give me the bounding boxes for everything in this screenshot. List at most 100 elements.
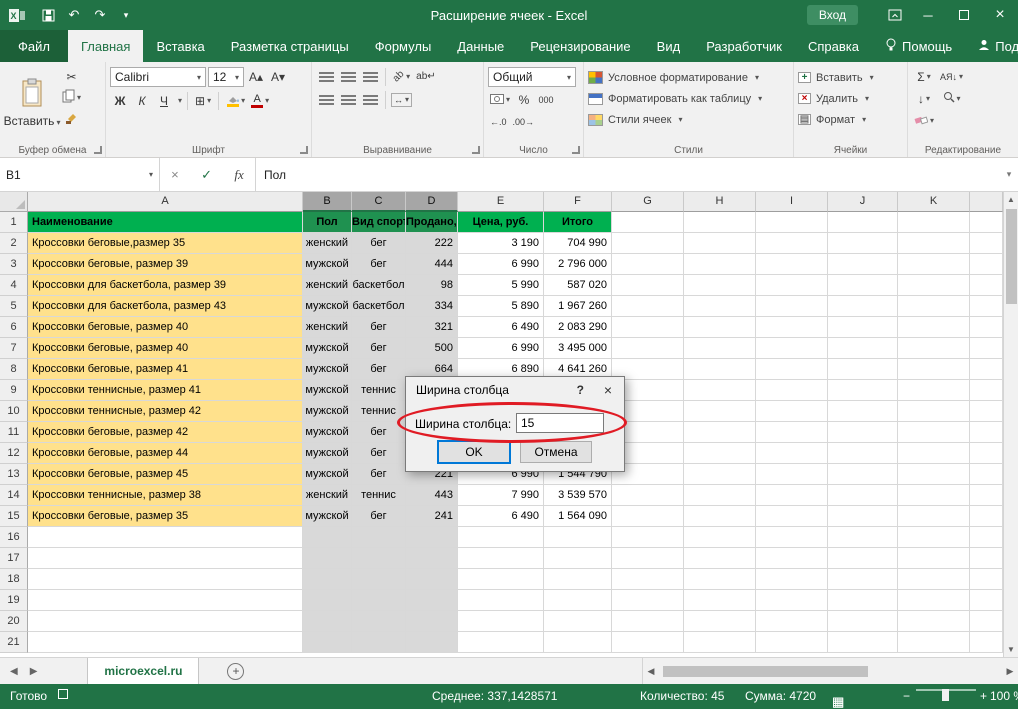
vertical-scroll-thumb[interactable] [1006,209,1017,304]
cell-x11[interactable] [970,422,1003,443]
cell-A20[interactable] [28,611,303,632]
save-icon[interactable] [36,3,60,27]
tab-developer[interactable]: Разработчик [693,30,795,62]
row-header-8[interactable]: 8 [0,359,28,380]
cell-C18[interactable] [352,569,406,590]
cell-x20[interactable] [970,611,1003,632]
share-button[interactable]: Поделиться [965,30,1018,62]
sort-filter-button[interactable]: АЯ↓▾ [938,67,965,86]
cell-C21[interactable] [352,632,406,653]
cell-H5[interactable] [684,296,756,317]
cell-C1[interactable]: Вид спорта [352,212,406,233]
cell-x17[interactable] [970,548,1003,569]
cell-A18[interactable] [28,569,303,590]
cell-D19[interactable] [406,590,458,611]
cell-I2[interactable] [756,233,828,254]
cell-x9[interactable] [970,380,1003,401]
cell-C19[interactable] [352,590,406,611]
cell-K14[interactable] [898,485,970,506]
cell-H3[interactable] [684,254,756,275]
cell-I12[interactable] [756,443,828,464]
cell-I17[interactable] [756,548,828,569]
cell-H15[interactable] [684,506,756,527]
percent-style-button[interactable]: % [514,90,534,109]
tab-view[interactable]: Вид [644,30,694,62]
paste-button[interactable]: Вставить▾ [4,65,60,141]
shrink-font-button[interactable]: А▾ [268,68,288,87]
row-header-1[interactable]: 1 [0,212,28,233]
cell-G19[interactable] [612,590,684,611]
cell-C4[interactable]: баскетбол [352,275,406,296]
cell-C15[interactable]: бег [352,506,406,527]
cell-B17[interactable] [303,548,352,569]
insert-function-icon[interactable]: fx [234,167,243,183]
grow-font-button[interactable]: А▴ [246,68,266,87]
cell-A10[interactable]: Кроссовки теннисные, размер 42 [28,401,303,422]
cell-D16[interactable] [406,527,458,548]
alignment-dialog-launcher-icon[interactable] [472,146,480,154]
cell-F15[interactable]: 1 564 090 [544,506,612,527]
cell-I8[interactable] [756,359,828,380]
cell-C3[interactable]: бег [352,254,406,275]
cell-A11[interactable]: Кроссовки беговые, размер 42 [28,422,303,443]
formula-input[interactable]: Пол [256,158,1000,191]
cell-C8[interactable]: бег [352,359,406,380]
cell-B14[interactable]: женский [303,485,352,506]
delete-cells-button[interactable]: × Удалить▾ [798,88,903,109]
cell-J9[interactable] [828,380,898,401]
cell-H13[interactable] [684,464,756,485]
cell-x5[interactable] [970,296,1003,317]
cell-D20[interactable] [406,611,458,632]
column-header-B[interactable]: B [303,192,352,212]
cell-J14[interactable] [828,485,898,506]
cell-I7[interactable] [756,338,828,359]
cell-I19[interactable] [756,590,828,611]
cell-E18[interactable] [458,569,544,590]
cell-J21[interactable] [828,632,898,653]
cell-x3[interactable] [970,254,1003,275]
cell-C5[interactable]: баскетбол [352,296,406,317]
cell-A6[interactable]: Кроссовки беговые, размер 40 [28,317,303,338]
tab-home[interactable]: Главная [68,30,143,62]
column-header-D[interactable]: D [406,192,458,212]
vertical-scrollbar[interactable]: ▲ ▼ [1003,192,1018,657]
cell-D17[interactable] [406,548,458,569]
cell-x1[interactable] [970,212,1003,233]
cell-x21[interactable] [970,632,1003,653]
undo-icon[interactable]: ↶ [62,3,86,27]
font-family-combo[interactable]: Calibri▾ [110,67,206,87]
cell-H11[interactable] [684,422,756,443]
cell-A15[interactable]: Кроссовки беговые, размер 35 [28,506,303,527]
cell-J7[interactable] [828,338,898,359]
cell-G15[interactable] [612,506,684,527]
cell-E7[interactable]: 6 990 [458,338,544,359]
cell-K16[interactable] [898,527,970,548]
cell-D6[interactable]: 321 [406,317,458,338]
cell-B2[interactable]: женский [303,233,352,254]
formula-bar-expand-icon[interactable]: ▾ [1000,158,1018,191]
cell-E6[interactable]: 6 490 [458,317,544,338]
cell-K7[interactable] [898,338,970,359]
cell-D21[interactable] [406,632,458,653]
cancel-icon[interactable]: × [171,167,179,182]
cell-J6[interactable] [828,317,898,338]
cell-K9[interactable] [898,380,970,401]
align-bottom-button[interactable] [360,67,380,86]
cell-x15[interactable] [970,506,1003,527]
comma-style-button[interactable]: 000 [536,90,556,109]
cell-G18[interactable] [612,569,684,590]
cell-x16[interactable] [970,527,1003,548]
cell-J12[interactable] [828,443,898,464]
cell-B9[interactable]: мужской [303,380,352,401]
row-header-19[interactable]: 19 [0,590,28,611]
cell-F17[interactable] [544,548,612,569]
cell-E19[interactable] [458,590,544,611]
font-size-combo[interactable]: 12▾ [208,67,244,87]
cell-I15[interactable] [756,506,828,527]
cell-H14[interactable] [684,485,756,506]
cell-K1[interactable] [898,212,970,233]
cell-H2[interactable] [684,233,756,254]
row-header-15[interactable]: 15 [0,506,28,527]
cell-J13[interactable] [828,464,898,485]
font-color-button[interactable]: А ▾ [249,91,271,110]
